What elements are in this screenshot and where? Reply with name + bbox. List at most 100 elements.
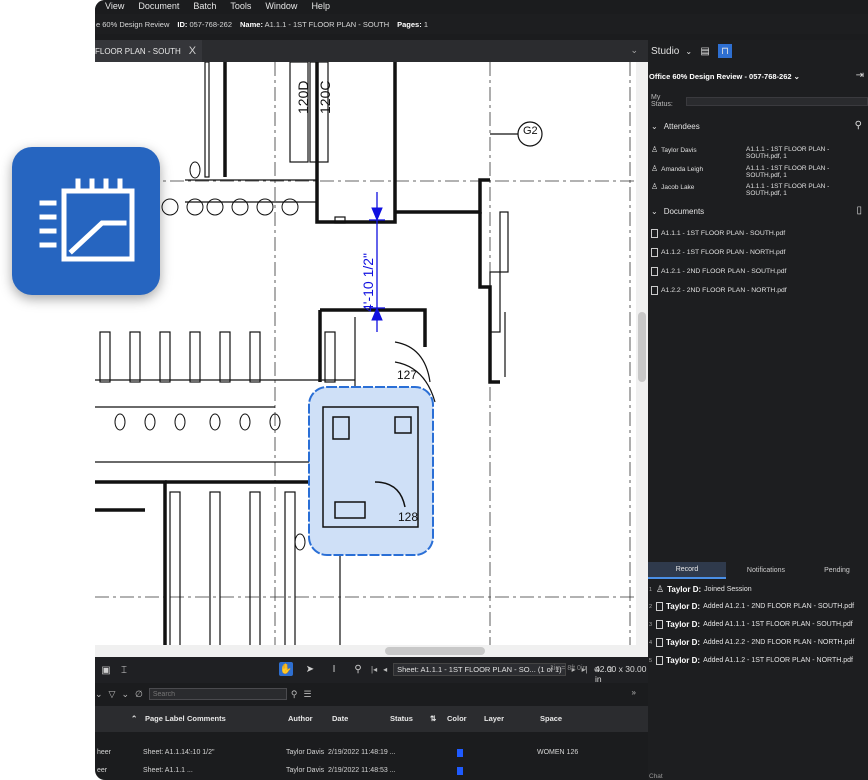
document-icon [651,229,658,238]
record-tab-bar: Record Notifications Pending [648,562,868,579]
column-comments[interactable]: Comments [187,714,226,723]
markup-table-header: ⌃ Page Label Comments Author Date Status… [95,706,648,732]
document-item[interactable]: A1.1.1 - 1ST FLOOR PLAN - SOUTH.pdf [651,229,785,238]
document-icon [656,602,663,611]
tab-list-chevron-icon[interactable]: ⌄ [630,45,638,56]
studio-dropdown-icon[interactable]: ⌄ [685,47,692,56]
page-select[interactable]: Sheet: A1.1.1 - 1ST FLOOR PLAN - SO... (… [393,662,566,676]
sessions-icon[interactable]: ⊓ [718,44,733,58]
menu-bar: View Document Batch Tools Window Help [95,0,868,12]
attendee-row[interactable]: ♙ Jacob Lake A1.1.1 - 1ST FLOOR PLAN - SOU… [651,182,861,197]
first-page-icon[interactable]: |◂ [371,665,377,674]
filter-chevron-icon[interactable]: ⌄ [95,689,103,700]
studio-title[interactable]: Studio [651,46,679,57]
attendee-row[interactable]: ♙ Amanda Leigh A1.1.1 - 1ST FLOOR PLAN - S… [651,164,861,179]
search-icon[interactable]: ⚲ [291,689,298,700]
menu-view[interactable]: View [105,1,124,11]
tab-record[interactable]: Record [648,562,726,579]
record-entry: 3 Taylor D: Added A1.1.1 - 1ST FLOOR PLAN … [649,620,853,629]
menu-window[interactable]: Window [265,1,297,11]
filter-funnel-icon[interactable]: ▽ [109,689,116,700]
filter-dropdown-icon[interactable]: ⌄ [121,689,129,700]
zoom-icon[interactable]: ⚲ [351,662,365,676]
attendee-row[interactable]: ♙ Taylor Davis A1.1.1 - 1ST FLOOR PLAN - S… [651,145,861,160]
document-tab-label: FLOOR PLAN - SOUTH [95,46,181,56]
id-label: ID: [177,19,188,29]
person-icon: ♙ [656,584,665,594]
column-space[interactable]: Space [540,714,562,723]
list-options-icon[interactable]: ☰ [303,689,311,700]
pan-hand-icon[interactable]: ✋ [279,662,293,676]
dimension-annotation[interactable]: 4'-10 1/2" [360,253,376,312]
column-layer[interactable]: Layer [484,714,504,723]
document-icon [651,267,658,276]
chat-label: Chat [649,773,663,780]
document-item[interactable]: A1.2.1 - 2ND FLOOR PLAN - SOUTH.pdf [651,267,786,276]
tab-pending[interactable]: Pending [806,562,868,579]
markup-filter-bar: ⌄ ▽ ⌄ ∅ ⚲ ☰ » [95,683,648,705]
pages-value: 1 [423,19,428,29]
select-arrow-icon[interactable]: ➤ [303,662,317,676]
horizontal-scroll-thumb[interactable] [385,647,485,655]
bottom-toolbar: ▣ ⌶ ✋ ➤ I ⚲ |◂ ◂ Sheet: A1.1.1 - 1ST FLO… [95,657,648,684]
invite-attendee-icon[interactable]: ⚲ [855,120,862,131]
add-document-icon[interactable]: ▯ [856,205,862,216]
split-icon[interactable]: ⌶ [117,663,131,677]
document-icon [651,286,658,295]
session-info-bar: e 60% Design Review ID: 057-768-262 Name… [95,14,868,34]
document-item[interactable]: A1.2.2 - 2ND FLOOR PLAN - NORTH.pdf [651,286,787,295]
my-status-input[interactable] [686,96,868,106]
dimension-text-1: 120D [295,80,311,114]
scale-label: 1in = 8ft 0in [550,665,587,672]
measure-area-icon [39,178,135,262]
hide-markups-icon[interactable]: ∅ [135,689,143,700]
session-name[interactable]: Office 60% Design Review - 057-768-262 ⌄ [649,72,800,81]
column-author[interactable]: Author [288,714,313,723]
column-page-label[interactable]: Page Label [145,714,185,723]
projects-icon[interactable]: ▤ [698,44,712,58]
table-row[interactable]: eer Sheet: A1.1.1 ... Taylor Davis 2/19/… [95,764,648,780]
menu-document[interactable]: Document [138,1,179,11]
sort-indicator-icon[interactable]: ⌃ [131,714,137,723]
leave-session-icon[interactable]: ⇥ [856,70,864,81]
color-swatch [457,749,463,759]
my-status-row: My Status: [651,94,868,108]
vertical-scrollbar[interactable] [636,62,648,657]
menu-help[interactable]: Help [311,1,330,11]
column-date[interactable]: Date [332,714,348,723]
vertical-scroll-thumb[interactable] [638,312,646,382]
record-entry: 1 ♙ Taylor D: Joined Session [649,584,752,594]
page-icon[interactable]: ▣ [99,663,113,677]
tab-notifications[interactable]: Notifications [726,562,806,579]
prev-page-icon[interactable]: ◂ [383,665,387,674]
column-color[interactable]: Color [447,714,467,723]
floor-plan-drawing [95,62,648,657]
color-swatch [457,767,463,777]
name-label: Name: [240,19,263,29]
document-icon [656,638,663,647]
collapse-panel-icon[interactable]: » [632,688,636,697]
attendees-header[interactable]: ⌄ Attendees [651,122,700,131]
search-input[interactable] [148,688,287,700]
column-status[interactable]: Status [390,714,413,723]
text-select-icon[interactable]: I [327,662,341,676]
table-row[interactable]: heer Sheet: A1.1.1 ... 4'-10 1/2" Taylor… [95,746,648,762]
measure-tool-app-icon [12,147,160,295]
drawing-canvas[interactable]: 120D 120C G2 4'-10 1/2" 127 128 [95,62,648,657]
document-item[interactable]: A1.1.2 - 1ST FLOOR PLAN - NORTH.pdf [651,248,785,257]
record-entry: 5 Taylor D: Added A1.1.2 - 1ST FLOOR PLAN … [649,656,853,665]
menu-batch[interactable]: Batch [193,1,216,11]
app-root: View Document Batch Tools Window Help e … [0,0,868,780]
cloud-markup[interactable] [308,386,434,556]
document-tab[interactable]: FLOOR PLAN - SOUTH X [95,40,203,62]
name-value: A1.1.1 - 1ST FLOOR PLAN - SOUTH [264,19,390,29]
menu-tools[interactable]: Tools [230,1,251,11]
horizontal-scrollbar[interactable] [95,645,636,657]
person-icon: ♙ [651,164,659,173]
document-icon [656,620,663,629]
column-settings-icon[interactable]: ⇅ [430,714,436,723]
session-title: e 60% Design Review [96,19,170,29]
close-tab-icon[interactable]: X [189,45,196,57]
record-entry: 4 Taylor D: Added A1.2.2 - 2ND FLOOR PLAN … [649,638,855,647]
documents-header[interactable]: ⌄ Documents [651,207,704,216]
